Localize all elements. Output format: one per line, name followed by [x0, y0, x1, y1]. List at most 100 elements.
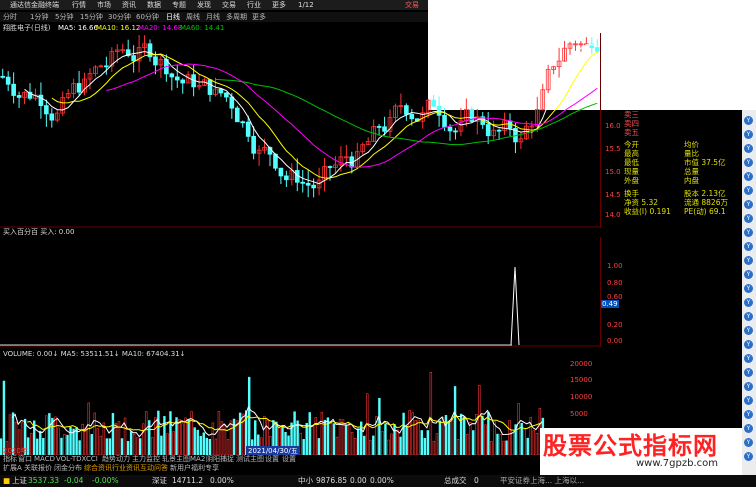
sh-index-label[interactable]: 上证	[12, 475, 27, 487]
toolbar-icon[interactable]: Y	[744, 116, 753, 125]
toolbar-icon[interactable]: Y	[744, 144, 753, 153]
toolbar-icon[interactable]: Y	[744, 452, 753, 461]
volume-bar	[308, 412, 311, 455]
candle-body	[180, 79, 186, 84]
price-chart[interactable]	[0, 33, 600, 228]
period-tab-1min[interactable]: 1分钟	[30, 12, 48, 22]
tab-ext-a[interactable]: 扩展A	[3, 464, 22, 473]
toolbar-icon[interactable]: Y	[744, 382, 753, 391]
toolbar-icon[interactable]: Y	[744, 284, 753, 293]
tab-indicator[interactable]: 指标	[3, 455, 17, 464]
tab-cci[interactable]: CCI	[86, 455, 98, 464]
menu-item-topic[interactable]: 专题	[172, 0, 186, 10]
candle-body	[11, 83, 16, 96]
period-tab-15min[interactable]: 15分钟	[80, 12, 103, 22]
period-tab-5min[interactable]: 5分钟	[55, 12, 73, 22]
tab-main-monitor[interactable]: 主力监控	[132, 455, 160, 464]
tab-ma2[interactable]: MA2	[190, 455, 205, 464]
zx-index-label[interactable]: 中小	[298, 475, 313, 487]
menu-item-more[interactable]: 更多	[272, 0, 286, 10]
news-ticker[interactable]: 平安证券上海... 上海以...	[500, 475, 584, 487]
tab-industry-news[interactable]: 行业资讯	[112, 464, 140, 473]
period-tab-daily[interactable]: 日线	[166, 12, 180, 22]
stock-name: 翔胜电子(日线)	[3, 24, 51, 32]
tab-related-quotes[interactable]: 关联报价	[24, 464, 52, 473]
quote-label: 最高	[624, 149, 639, 158]
toolbar-icon[interactable]: Y	[744, 172, 753, 181]
toolbar-icon[interactable]: Y	[744, 424, 753, 433]
toolbar-icon[interactable]: Y	[744, 340, 753, 349]
period-tab-30min[interactable]: 30分钟	[108, 12, 131, 22]
volume-bar	[241, 413, 245, 455]
toolbar-icon[interactable]: Y	[744, 158, 753, 167]
menu-item-hq[interactable]: 行情	[72, 0, 86, 10]
candle-body	[305, 182, 311, 186]
volume-bar	[444, 415, 448, 455]
toolbar-icon[interactable]: Y	[744, 368, 753, 377]
tab-qa[interactable]: 互动问答	[140, 464, 168, 473]
indicator-chart[interactable]	[0, 237, 600, 347]
volume-bar	[172, 431, 175, 455]
period-tab-60min[interactable]: 60分钟	[136, 12, 159, 22]
menu-item-industry[interactable]: 行业	[247, 0, 261, 10]
menu-item-market[interactable]: 市场	[97, 0, 111, 10]
toolbar-icon[interactable]: Y	[744, 270, 753, 279]
period-tab-monthly[interactable]: 月线	[206, 12, 220, 22]
volume-bar	[120, 438, 124, 455]
tab-window[interactable]: 窗口	[18, 455, 32, 464]
tab-chip-distribution[interactable]: 闭金分布	[54, 464, 82, 473]
volume-bar	[299, 432, 302, 455]
toolbar-icon[interactable]: Y	[744, 312, 753, 321]
tab-new-user[interactable]: 新用户福利专享	[170, 464, 219, 473]
toolbar-icon[interactable]: Y	[744, 326, 753, 335]
toolbar-icon[interactable]: Y	[744, 214, 753, 223]
menu-item-data[interactable]: 数据	[147, 0, 161, 10]
period-tab-fenshi[interactable]: 分时	[3, 12, 17, 22]
toolbar-icon[interactable]: Y	[744, 130, 753, 139]
toolbar-icon[interactable]: Y	[744, 186, 753, 195]
quote-label: 均价	[684, 140, 699, 149]
quote-label: 内盘	[684, 176, 699, 185]
toolbar-icon[interactable]: Y	[744, 438, 753, 447]
tab-macd[interactable]: MACD	[34, 455, 55, 464]
tab-composite-news[interactable]: 综合资讯	[84, 464, 112, 473]
menu-item-news[interactable]: 资讯	[122, 0, 136, 10]
trade-button[interactable]: 交易	[405, 0, 419, 10]
volume-tick: 5000	[570, 410, 588, 418]
toolbar-icon[interactable]: Y	[744, 228, 753, 237]
volume-chart[interactable]	[0, 359, 545, 455]
volume-bar	[347, 423, 351, 455]
volume-bar	[57, 427, 60, 455]
quote-label: 最低	[624, 158, 639, 167]
toolbar-icon[interactable]: Y	[744, 242, 753, 251]
indicator-spike	[510, 266, 520, 346]
tab-main-chart[interactable]: 轧景主图	[162, 455, 190, 464]
menu-item-trade[interactable]: 交易	[222, 0, 236, 10]
total-volume-label[interactable]: 总成交	[444, 475, 467, 487]
toolbar-icon[interactable]: Y	[744, 200, 753, 209]
candle-body	[207, 79, 213, 95]
toolbar-icon[interactable]: Y	[744, 256, 753, 265]
candle-body	[447, 126, 453, 132]
watermark-url: www.7gpzb.com	[636, 458, 718, 469]
sz-index-label[interactable]: 深证	[152, 475, 167, 487]
volume-bar	[344, 425, 348, 455]
tab-test-chart[interactable]: 测试主图	[236, 455, 264, 464]
tab-vol-tdx[interactable]: VOL-TDX	[56, 455, 86, 464]
toolbar-icon[interactable]: Y	[744, 410, 753, 419]
toolbar-icon[interactable]: Y	[744, 396, 753, 405]
tab-yinyang[interactable]: 阴阳捕捉	[206, 455, 234, 464]
tab-settings-2[interactable]: 设置	[282, 455, 296, 464]
status-bar: ■ 上证 3537.33 -0.04 -0.00% 深证 14711.2 0.0…	[0, 475, 756, 487]
period-tab-weekly[interactable]: 周线	[186, 12, 200, 22]
indicator-tick: 0.00	[607, 337, 623, 345]
toolbar-icon[interactable]: Y	[744, 354, 753, 363]
period-tab-multi[interactable]: 多周期	[226, 12, 247, 22]
tab-trend[interactable]: 趋势动力	[102, 455, 130, 464]
toolbar-icon[interactable]: Y	[744, 298, 753, 307]
menu-item-discover[interactable]: 发现	[197, 0, 211, 10]
candle-body	[224, 92, 229, 98]
tab-settings[interactable]: 设置	[265, 455, 279, 464]
period-tab-more[interactable]: 更多	[252, 12, 266, 22]
candle-body	[234, 107, 240, 123]
